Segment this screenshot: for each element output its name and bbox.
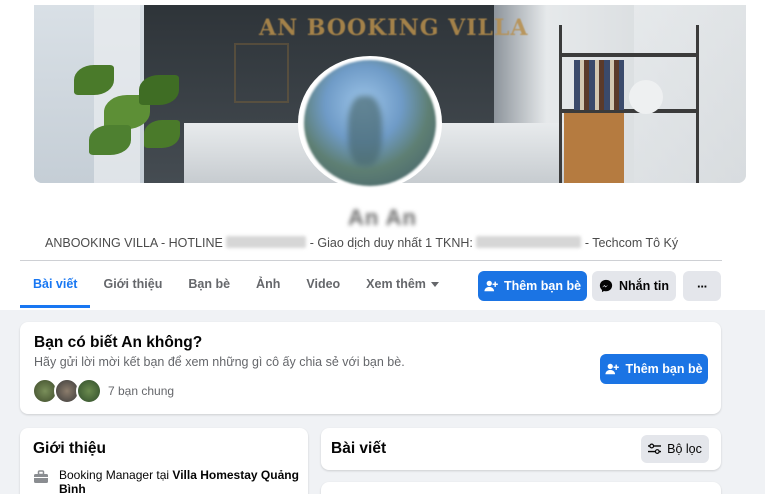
tab-friends[interactable]: Bạn bè [175,262,243,308]
tab-about[interactable]: Giới thiệu [90,262,175,308]
tab-more[interactable]: Xem thêm [353,262,452,308]
tab-label: Giới thiệu [103,277,163,291]
cover-frames [234,43,289,103]
tab-label: Xem thêm [366,277,426,291]
avatar-figure [348,96,382,166]
mutual-friends-count: 7 bạn chung [108,384,175,398]
add-friend-label: Thêm bạn bè [503,279,582,293]
plant-leaf [74,65,114,95]
tab-posts[interactable]: Bài viết [20,262,91,308]
profile-tabs: Bài viết Giới thiệu Bạn bè Ảnh Video Xem… [20,262,452,308]
suggestion-add-friend-button[interactable]: Thêm bạn bè [600,354,708,384]
filter-button[interactable]: Bộ lọc [641,435,709,463]
tab-photos[interactable]: Ảnh [243,262,293,308]
redacted-hotline [226,236,307,248]
plant-leaf [139,75,179,105]
plant-leaf [89,125,131,155]
add-friend-icon [605,362,620,376]
profile-header: AN BOOKING VILLA An An ANBOOKING VILLA -… [0,0,765,310]
tab-label: Ảnh [256,277,281,291]
more-icon: ··· [697,278,708,294]
tab-videos[interactable]: Video [293,262,353,308]
cover-vase [629,80,663,114]
filter-label: Bộ lọc [667,442,702,456]
suggestion-subtitle: Hãy gửi lời mời kết bạn để xem những gì … [34,355,405,369]
more-options-button[interactable]: ··· [683,271,721,301]
briefcase-icon [33,470,49,494]
header-divider [20,260,722,261]
tab-label: Bài viết [33,277,78,291]
profile-name: An An [348,205,417,230]
add-friend-button[interactable]: Thêm bạn bè [478,271,587,301]
work-role: Booking Manager tại [59,468,170,482]
posts-title: Bài viết [331,440,387,457]
add-friend-label: Thêm bạn bè [625,362,703,376]
message-button[interactable]: Nhắn tin [592,271,676,301]
profile-bio: ANBOOKING VILLA - HOTLINE - Giao dịch du… [45,236,678,250]
mutual-friend-avatar [76,378,102,404]
suggestion-title: Bạn có biết An không? [34,334,203,351]
suggestion-card: Bạn có biết An không? Hãy gửi lời mời kế… [20,322,721,414]
mutual-friends[interactable]: 7 bạn chung [32,378,174,404]
intro-title: Giới thiệu [33,440,107,457]
tab-label: Video [306,277,341,291]
bio-middle: - Giao dịch duy nhất 1 TKNH: [309,236,473,250]
message-label: Nhắn tin [619,279,669,293]
cover-sign-text: AN BOOKING VILLA [259,15,529,41]
cover-cabinet [564,113,624,183]
bio-prefix: ANBOOKING VILLA - HOTLINE [45,236,223,250]
add-friend-icon [484,279,498,293]
chevron-down-icon [430,282,439,287]
intro-work-row: Booking Manager tại Villa Homestay Quảng… [33,468,303,494]
plant-leaf [144,120,180,148]
bio-suffix: - Techcom Tô Ký [584,236,679,250]
post-card [321,482,721,494]
cover-books [574,60,624,110]
messenger-icon [599,279,613,293]
filter-icon [648,443,662,455]
redacted-account [476,236,582,248]
cover-shelf-board [559,53,699,57]
posts-header-card: Bài viết Bộ lọc [321,428,721,470]
profile-avatar[interactable] [298,56,442,190]
tab-label: Bạn bè [188,277,231,291]
intro-card: Giới thiệu Booking Manager tại Villa Hom… [20,428,308,494]
intro-work-text: Booking Manager tại Villa Homestay Quảng… [59,468,303,494]
